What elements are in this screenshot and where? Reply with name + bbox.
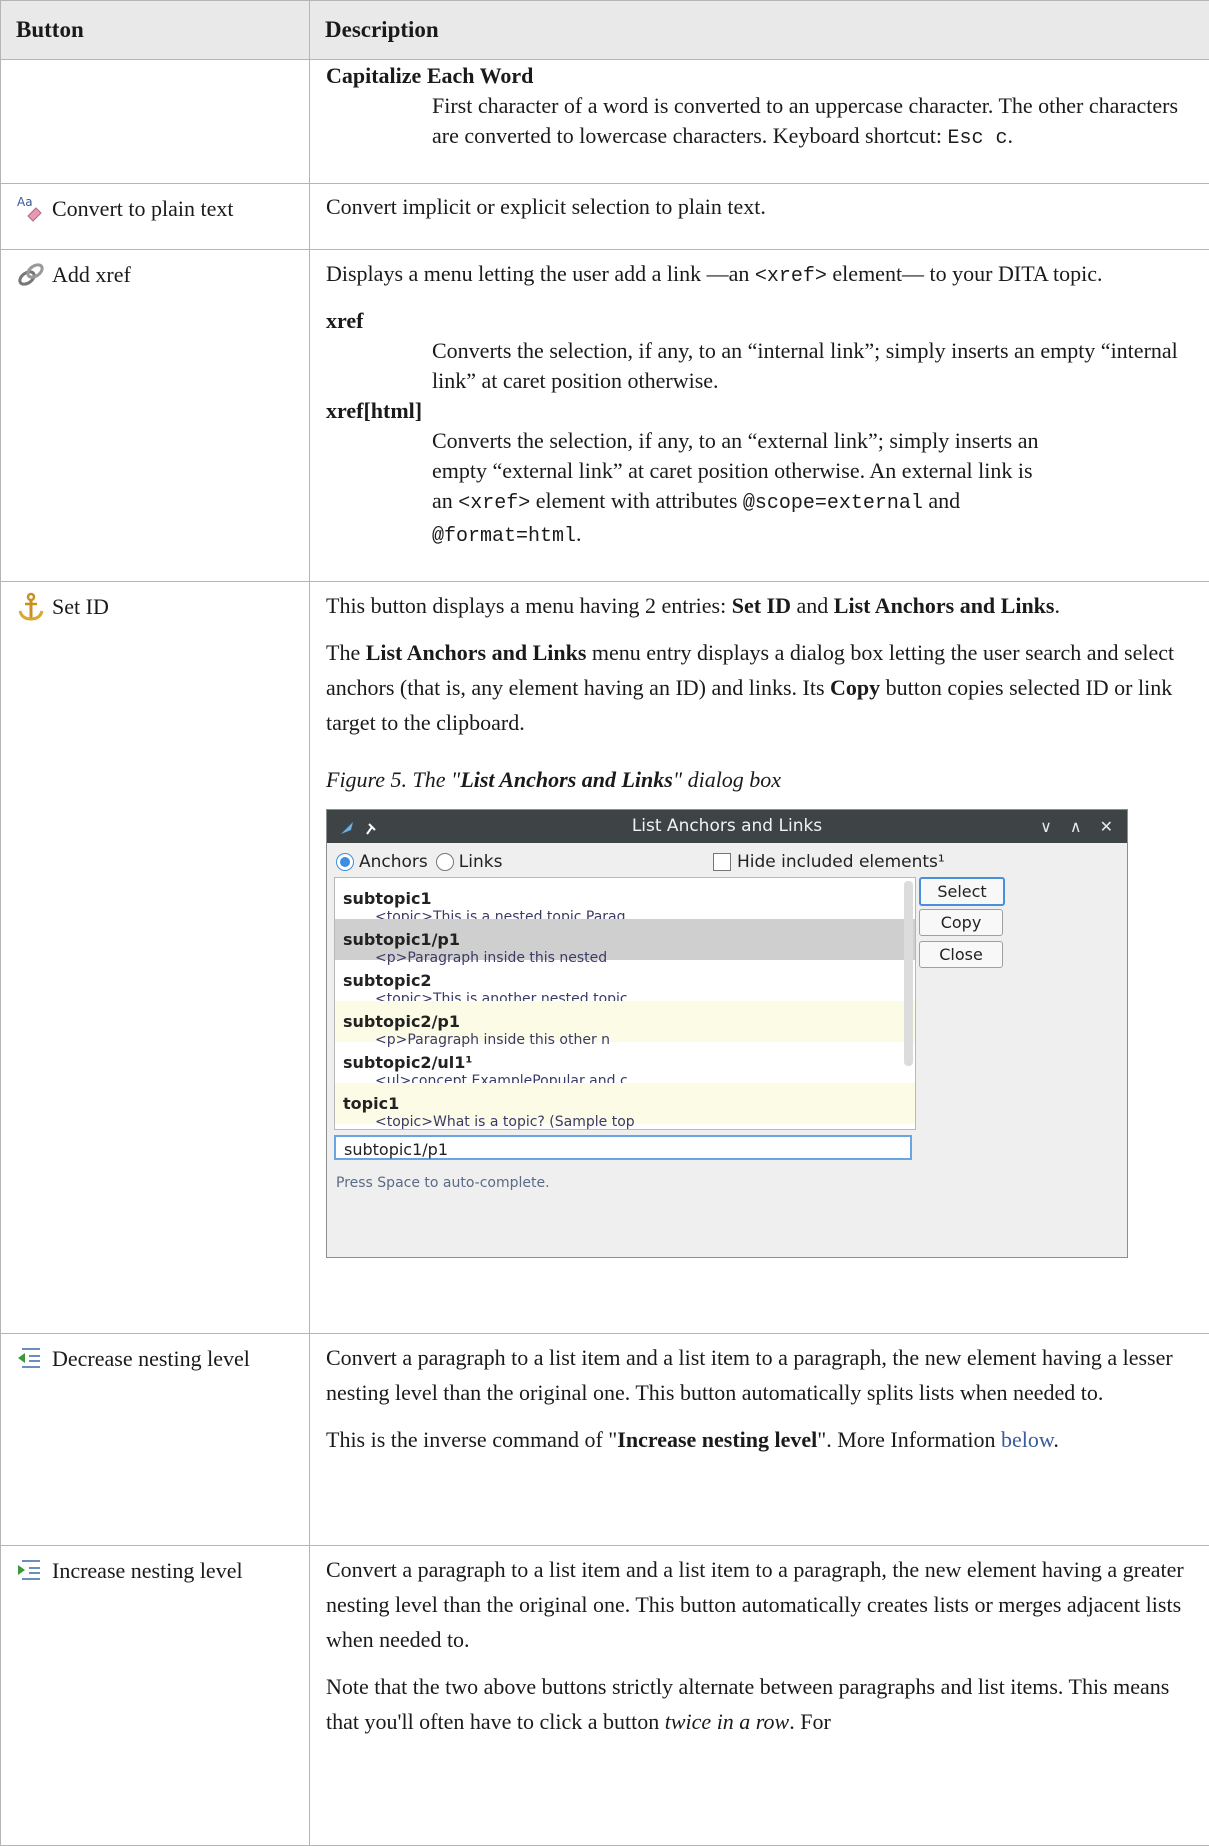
close-button[interactable]: Close [919, 941, 1003, 968]
anchor-search-input[interactable]: subtopic1/p1 [334, 1135, 912, 1160]
links-radio[interactable] [436, 853, 454, 871]
list-item[interactable]: subtopic2/p1<p>Paragraph inside this oth… [335, 1001, 915, 1042]
anchor-icon [16, 592, 46, 622]
button-label: Convert to plain text [52, 196, 233, 222]
button-reference-table: Button Description Capitalize Each Word … [0, 0, 1209, 1846]
convert-to-plain-text-button[interactable]: Aa Convert to plain text [1, 184, 309, 224]
mode-radios: Anchors Links [336, 850, 502, 874]
code-shortcut: Esc c [948, 127, 1008, 150]
hide-included-checkbox[interactable] [713, 853, 731, 871]
hide-included-label: Hide included elements¹ [737, 845, 945, 880]
list-item[interactable]: subtopic2<topic>This is another nested t… [335, 960, 915, 1001]
close-icon[interactable]: ✕ [1100, 809, 1113, 844]
list-anchors-dialog: List Anchors and Links ∨ ∧ ✕ Anchors Lin… [326, 809, 1128, 1258]
copy-button[interactable]: Copy [919, 909, 1003, 936]
set-id-button[interactable]: Set ID [1, 582, 309, 622]
increase-indent-icon [16, 1556, 46, 1586]
description-text: The List Anchors and Links menu entry di… [326, 635, 1193, 740]
term-xref: xref [326, 306, 1193, 336]
description-text: Convert a paragraph to a list item and a… [326, 1340, 1193, 1410]
add-xref-button[interactable]: Add xref [1, 250, 309, 290]
anchors-radio[interactable] [336, 853, 354, 871]
table-row: Add xref Displays a menu letting the use… [1, 250, 1209, 582]
autocomplete-hint: Press Space to auto-complete. [336, 1166, 550, 1201]
links-radio-label: Links [459, 845, 503, 880]
convert-to-plain-text-icon: Aa [16, 194, 46, 224]
window-controls: ∨ ∧ ✕ [1040, 810, 1113, 843]
list-item[interactable]: subtopic1/p1<p>Paragraph inside this nes… [335, 919, 915, 960]
table-row: Aa Convert to plain text Convert implici… [1, 184, 1209, 250]
definition-xref: Converts the selection, if any, to an “i… [432, 336, 1193, 396]
dialog-titlebar: List Anchors and Links ∨ ∧ ✕ [327, 810, 1127, 843]
minimize-icon[interactable]: ∨ [1040, 809, 1052, 844]
table-row: Increase nesting level Convert a paragra… [1, 1546, 1209, 1846]
list-item[interactable]: subtopic2/ul1¹<ul>concept ExamplePopular… [335, 1042, 915, 1083]
list-scrollbar[interactable] [904, 881, 913, 1066]
definition-capitalize: First character of a word is converted t… [432, 91, 1193, 154]
definition-xref-html: Converts the selection, if any, to an “e… [432, 426, 1052, 552]
button-cell [1, 60, 310, 184]
figure-caption: Figure 5. The "List Anchors and Links" d… [326, 762, 1193, 797]
chain-link-icon [16, 260, 46, 290]
table-row: Set ID This button displays a menu havin… [1, 582, 1209, 1334]
increase-nesting-level-button[interactable]: Increase nesting level [1, 1546, 309, 1586]
select-button[interactable]: Select [919, 877, 1005, 906]
dialog-title: List Anchors and Links [327, 809, 1127, 844]
description-text: This is the inverse command of "Increase… [326, 1422, 1193, 1457]
button-label: Increase nesting level [52, 1558, 243, 1584]
description-text: Convert a paragraph to a list item and a… [326, 1552, 1193, 1657]
more-information-link[interactable]: below [1001, 1427, 1053, 1452]
table-row: Decrease nesting level Convert a paragra… [1, 1334, 1209, 1546]
column-header-description: Description [310, 1, 1209, 60]
term-capitalize: Capitalize Each Word [326, 60, 1193, 91]
hide-included-option: Hide included elements¹ [713, 850, 945, 874]
description-cell: Capitalize Each Word First character of … [310, 60, 1209, 184]
anchor-list[interactable]: subtopic1<topic>This is a nested topic P… [334, 877, 916, 1130]
button-label: Set ID [52, 594, 109, 620]
button-label: Decrease nesting level [52, 1346, 250, 1372]
description-text: This button displays a menu having 2 ent… [326, 588, 1193, 623]
list-item[interactable]: subtopic1<topic>This is a nested topic P… [335, 878, 915, 919]
anchors-radio-label: Anchors [359, 845, 428, 880]
list-item[interactable]: topic1<topic>What is a topic? (Sample to… [335, 1083, 915, 1124]
button-label: Add xref [52, 262, 131, 288]
table-row: Capitalize Each Word First character of … [1, 60, 1209, 184]
description-text: Convert implicit or explicit selection t… [326, 189, 1193, 224]
maximize-icon[interactable]: ∧ [1070, 809, 1082, 844]
decrease-nesting-level-button[interactable]: Decrease nesting level [1, 1334, 309, 1374]
column-header-button: Button [1, 1, 310, 60]
term-xref-html: xref[html] [326, 396, 1193, 426]
decrease-indent-icon [16, 1344, 46, 1374]
description-text: Displays a menu letting the user add a l… [326, 256, 1193, 294]
description-text: Note that the two above buttons strictly… [326, 1669, 1193, 1739]
svg-text:Aa: Aa [17, 195, 33, 209]
